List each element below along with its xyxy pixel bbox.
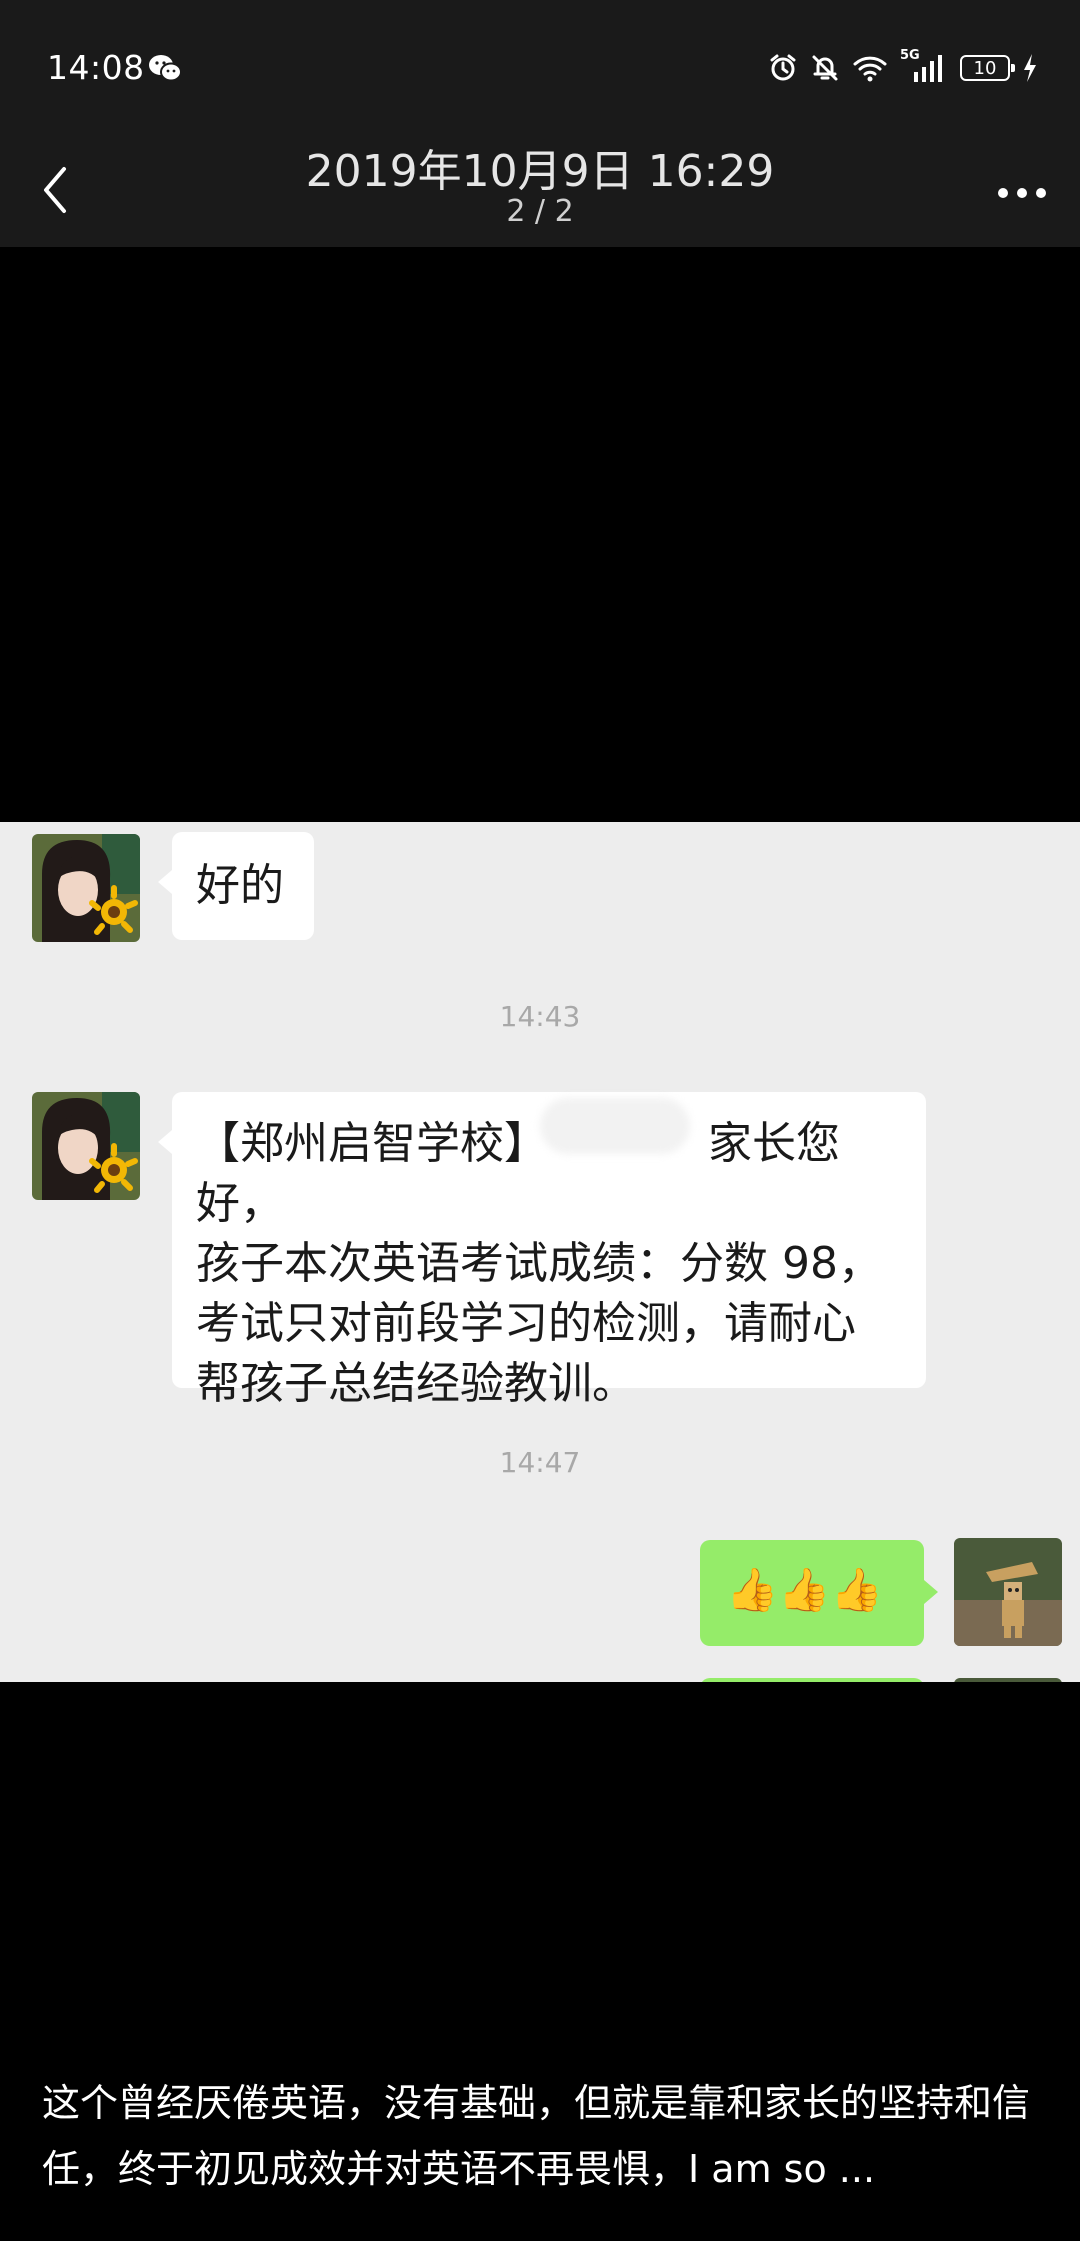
message-bubble: 👍👍👍 [700, 1540, 938, 1646]
message-line: 帮孩子总结经验教训。 [196, 1358, 636, 1409]
wechat-icon [148, 54, 182, 86]
next-avatar [954, 1678, 1062, 1682]
status-bar: 14:08 5G 10 [0, 0, 1080, 135]
image-counter: 2 / 2 [506, 194, 574, 229]
avatar [32, 834, 140, 942]
status-time: 14:08 [47, 48, 145, 87]
avatar [954, 1538, 1062, 1646]
chat-screenshot-image[interactable]: 好的 14:43 【郑州启智学校】 家长您好， 孩子本次英语考试成绩：分数 98，… [0, 822, 1080, 1682]
message-text: 👍👍👍 [726, 1565, 883, 1614]
image-caption[interactable]: 这个曾经厌倦英语，没有基础，但就是靠和家长的坚持和信任，终于初见成效并对英语不再… [42, 2070, 1042, 2202]
battery-level: 10 [973, 57, 997, 79]
redaction-blur [540, 1098, 690, 1154]
mute-bell-icon [812, 55, 838, 81]
page-title: 2019年10月9日 16:29 [305, 146, 775, 197]
wifi-icon [853, 56, 887, 82]
message-text: 好的 [196, 860, 284, 911]
next-message-bubble [700, 1678, 924, 1682]
message-line: 考试只对前段学习的检测，请耐心 [196, 1298, 856, 1349]
more-button[interactable] [992, 173, 1052, 213]
message-line: 【郑州启智学校】 [196, 1118, 548, 1169]
message-text: 【郑州启智学校】 家长您好， 孩子本次英语考试成绩：分数 98， 考试只对前段学习… [196, 1114, 902, 1414]
message-timestamp: 14:43 [499, 1000, 581, 1033]
avatar [32, 1092, 140, 1200]
message-timestamp: 14:47 [499, 1446, 581, 1479]
battery-cap [1011, 64, 1015, 72]
status-icons: 5G 10 [768, 48, 1038, 86]
bolt-icon [1024, 54, 1036, 82]
5g-signal-icon: 5G [900, 48, 948, 84]
viewer-header: 2019年10月9日 16:29 2 / 2 [0, 135, 1080, 247]
more-horizontal-icon [998, 188, 1046, 198]
alarm-icon [770, 54, 796, 81]
battery-indicator: 10 [960, 55, 1015, 81]
message-bubble: 好的 [158, 832, 314, 940]
message-line: 孩子本次英语考试成绩：分数 98， [196, 1238, 882, 1289]
